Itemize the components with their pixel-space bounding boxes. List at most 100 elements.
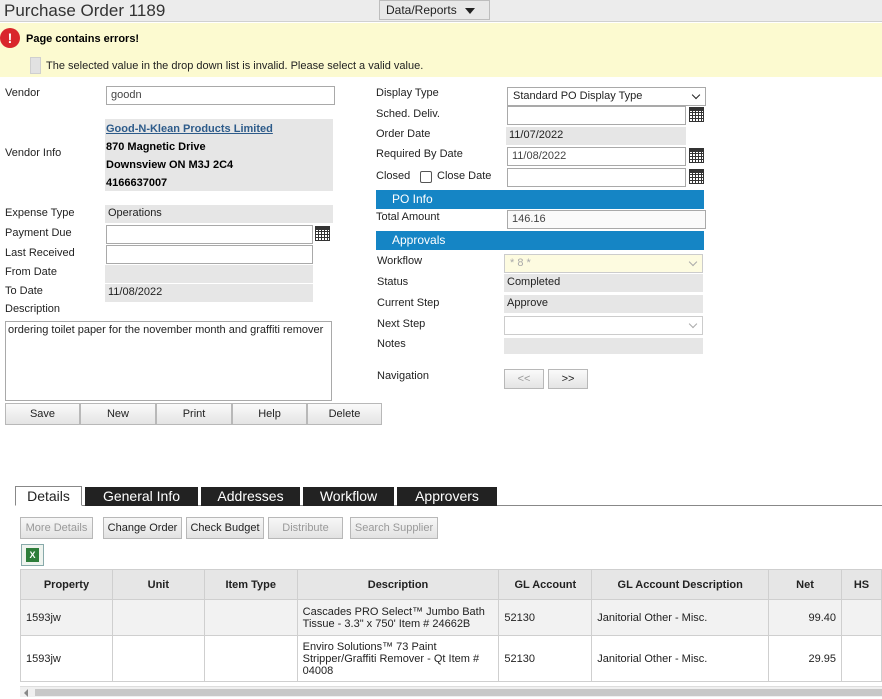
cell-property: 1593jw (20, 599, 113, 636)
closed-label: Closed (376, 170, 411, 182)
table-row[interactable]: 1593jw Enviro Solutions™ 73 Paint Stripp… (20, 635, 882, 682)
last-received-input[interactable] (106, 245, 313, 264)
vendor-input[interactable]: goodn (106, 86, 335, 105)
cell-net: 99.40 (768, 599, 842, 636)
current-step-label: Current Step (377, 297, 440, 309)
current-step-value: Approve (504, 295, 703, 313)
cell-item-type (203, 599, 298, 636)
payment-due-input[interactable] (106, 225, 313, 244)
cell-gl-account: 52130 (498, 599, 593, 636)
chevron-down-icon (688, 257, 698, 267)
column-header[interactable]: Unit (111, 569, 205, 600)
cell-unit (111, 599, 205, 636)
cell-description: Enviro Solutions™ 73 Paint Stripper/Graf… (296, 635, 500, 682)
scroll-left-icon[interactable] (24, 689, 28, 697)
order-date-label: Order Date (376, 128, 431, 140)
navigation-label: Navigation (377, 370, 429, 382)
column-header[interactable]: Item Type (203, 569, 298, 600)
horizontal-scrollbar[interactable] (20, 686, 882, 697)
tab-workflow[interactable]: Workflow (303, 487, 394, 506)
sched-deliv-input[interactable] (507, 106, 686, 125)
nav-prev-button[interactable]: << (504, 369, 544, 389)
search-supplier-button[interactable]: Search Supplier (350, 517, 438, 539)
display-type-select[interactable]: Standard PO Display Type (507, 87, 706, 106)
expense-type-label: Expense Type (5, 207, 75, 219)
tab-approvers[interactable]: Approvers (397, 487, 497, 506)
sched-deliv-label: Sched. Deliv. (376, 108, 440, 120)
display-type-label: Display Type (376, 87, 439, 99)
more-details-button[interactable]: More Details (20, 517, 93, 539)
calendar-icon[interactable] (689, 169, 704, 184)
to-date-value: 11/08/2022 (105, 284, 313, 302)
vendor-info-label: Vendor Info (5, 147, 62, 159)
required-by-input[interactable]: 11/08/2022 (507, 147, 686, 166)
column-header[interactable]: HS (840, 569, 882, 600)
notes-label: Notes (377, 338, 406, 350)
close-date-input[interactable] (507, 168, 686, 187)
workflow-value: * 8 * (510, 257, 531, 269)
workflow-select[interactable]: * 8 * (504, 254, 703, 273)
po-info-header: PO Info (376, 190, 704, 209)
vendor-phone: 4166637007 (106, 177, 168, 189)
description-textarea[interactable]: ordering toilet paper for the november m… (5, 321, 332, 401)
cell-unit (111, 635, 205, 682)
from-date-label: From Date (5, 266, 57, 278)
display-type-value: Standard PO Display Type (513, 90, 643, 102)
notes-value (504, 338, 703, 354)
cell-hs (840, 599, 882, 636)
chevron-down-icon (691, 90, 701, 100)
save-button[interactable]: Save (5, 403, 80, 425)
column-header[interactable]: GL Account Description (591, 569, 770, 600)
distribute-button[interactable]: Distribute (268, 517, 343, 539)
data-reports-label: Data/Reports (386, 3, 457, 17)
error-message: The selected value in the drop down list… (46, 60, 424, 72)
cell-gl-description: Janitorial Other - Misc. (591, 599, 770, 636)
closed-checkbox[interactable] (420, 171, 432, 183)
column-header[interactable]: GL Account (498, 569, 593, 600)
excel-export-icon[interactable]: X (21, 544, 44, 566)
delete-button[interactable]: Delete (307, 403, 382, 425)
change-order-button[interactable]: Change Order (103, 517, 182, 539)
cell-item-type (203, 635, 298, 682)
cell-hs (840, 635, 882, 682)
total-amount-value: 146.16 (507, 210, 706, 229)
payment-due-label: Payment Due (5, 227, 72, 239)
error-title: Page contains errors! (26, 33, 140, 45)
vendor-name-link[interactable]: Good-N-Klean Products Limited (106, 120, 333, 138)
detail-grid: Property Unit Item Type Description GL A… (20, 569, 882, 682)
approvals-header: Approvals (376, 231, 704, 250)
close-date-label: Close Date (437, 170, 492, 182)
next-step-label: Next Step (377, 318, 426, 330)
calendar-icon[interactable] (315, 226, 330, 241)
vendor-address-line2: Downsview ON M3J 2C4 (106, 159, 234, 171)
help-button[interactable]: Help (232, 403, 307, 425)
table-row[interactable]: 1593jw Cascades PRO Select™ Jumbo Bath T… (20, 599, 882, 636)
caret-down-icon (465, 8, 475, 14)
cell-property: 1593jw (20, 635, 113, 682)
tab-general-info[interactable]: General Info (85, 487, 198, 506)
check-budget-button[interactable]: Check Budget (186, 517, 264, 539)
print-button[interactable]: Print (156, 403, 232, 425)
calendar-icon[interactable] (689, 148, 704, 163)
tab-addresses[interactable]: Addresses (201, 487, 300, 506)
description-label: Description (5, 303, 61, 315)
error-icon: ! (0, 28, 20, 48)
page-title: Purchase Order 1189 (4, 1, 166, 20)
scrollbar-thumb[interactable] (35, 689, 882, 696)
data-reports-dropdown[interactable]: Data/Reports (379, 0, 490, 20)
vendor-address-line1: 870 Magnetic Drive (106, 141, 206, 153)
workflow-label: Workflow (377, 255, 423, 267)
column-header[interactable]: Net (768, 569, 842, 600)
nav-next-button[interactable]: >> (548, 369, 588, 389)
last-received-label: Last Received (5, 247, 75, 259)
new-button[interactable]: New (80, 403, 156, 425)
tab-details[interactable]: Details (15, 486, 82, 506)
column-header[interactable]: Description (296, 569, 500, 600)
column-header[interactable]: Property (20, 569, 113, 600)
status-label: Status (377, 276, 409, 288)
total-amount-label: Total Amount (376, 211, 440, 223)
order-date-value: 11/07/2022 (506, 127, 686, 145)
cell-gl-account: 52130 (498, 635, 593, 682)
calendar-icon[interactable] (689, 107, 704, 122)
next-step-select[interactable] (504, 316, 703, 335)
